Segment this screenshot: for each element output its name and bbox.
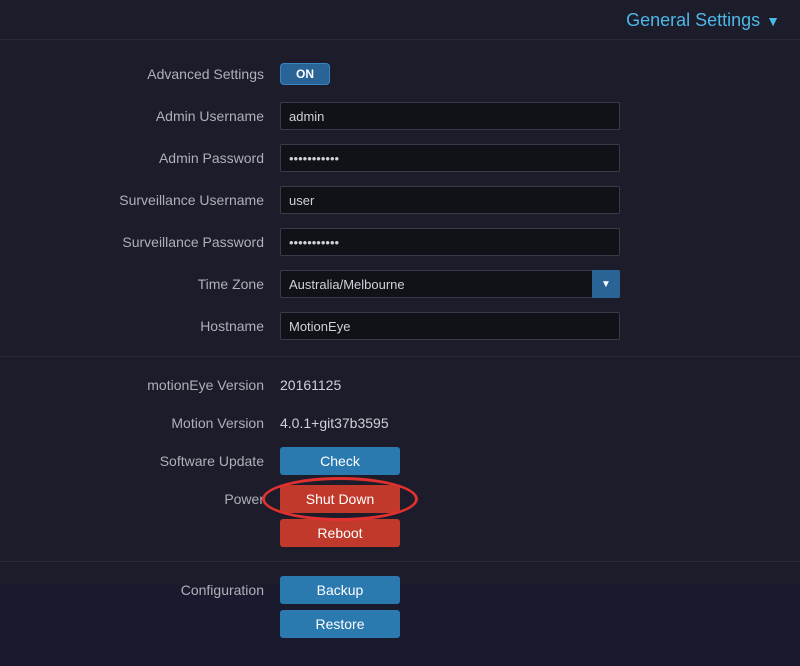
configuration-label: Configuration	[20, 576, 280, 598]
timezone-label: Time Zone	[20, 276, 280, 292]
software-update-row: Software Update Check	[20, 447, 780, 475]
restore-button[interactable]: Restore	[280, 610, 400, 638]
shutdown-wrapper: Shut Down	[280, 485, 400, 513]
hostname-row: Hostname	[20, 310, 780, 342]
reboot-button[interactable]: Reboot	[280, 519, 400, 547]
chevron-down-icon[interactable]: ▼	[766, 13, 780, 29]
divider-2	[0, 561, 800, 562]
divider-1	[0, 356, 800, 357]
timezone-select-wrapper: Australia/Melbourne UTC America/New_York…	[280, 270, 620, 298]
surveillance-password-label: Surveillance Password	[20, 234, 280, 250]
motion-version-value: 4.0.1+git37b3595	[280, 415, 389, 431]
admin-username-input[interactable]	[280, 102, 620, 130]
advanced-settings-control: ON	[280, 63, 780, 85]
info-section: motionEye Version 20161125 Motion Versio…	[0, 371, 800, 547]
power-label: Power	[20, 485, 280, 507]
motion-version-label: Motion Version	[20, 415, 280, 431]
surveillance-password-input[interactable]	[280, 228, 620, 256]
timezone-row: Time Zone Australia/Melbourne UTC Americ…	[20, 268, 780, 300]
surveillance-password-control	[280, 228, 780, 256]
admin-password-row: Admin Password	[20, 142, 780, 174]
configuration-row: Configuration Backup Restore	[20, 576, 780, 638]
advanced-settings-row: Advanced Settings ON	[20, 58, 780, 90]
check-button[interactable]: Check	[280, 447, 400, 475]
power-row: Power Shut Down Reboot	[20, 485, 780, 547]
config-section: Configuration Backup Restore	[0, 576, 800, 638]
software-update-control: Check	[280, 447, 400, 475]
header: General Settings ▼	[0, 0, 800, 40]
general-settings-title: General Settings	[626, 10, 760, 31]
timezone-select[interactable]: Australia/Melbourne UTC America/New_York…	[280, 270, 620, 298]
motioneye-version-label: motionEye Version	[20, 377, 280, 393]
surveillance-username-input[interactable]	[280, 186, 620, 214]
shutdown-button[interactable]: Shut Down	[280, 485, 400, 513]
configuration-controls: Backup Restore	[280, 576, 400, 638]
surveillance-password-row: Surveillance Password	[20, 226, 780, 258]
surveillance-username-label: Surveillance Username	[20, 192, 280, 208]
motion-version-row: Motion Version 4.0.1+git37b3595	[20, 409, 780, 437]
header-title: General Settings ▼	[626, 10, 780, 31]
motioneye-version-value: 20161125	[280, 377, 341, 393]
surveillance-username-row: Surveillance Username	[20, 184, 780, 216]
hostname-control	[280, 312, 780, 340]
advanced-settings-toggle[interactable]: ON	[280, 63, 330, 85]
admin-username-label: Admin Username	[20, 108, 280, 124]
form-section: Advanced Settings ON Admin Username Admi…	[0, 58, 800, 342]
power-controls: Shut Down Reboot	[280, 485, 400, 547]
admin-password-control	[280, 144, 780, 172]
surveillance-username-control	[280, 186, 780, 214]
advanced-settings-label: Advanced Settings	[20, 66, 280, 82]
admin-username-control	[280, 102, 780, 130]
page-container: General Settings ▼ Advanced Settings ON …	[0, 0, 800, 585]
timezone-control: Australia/Melbourne UTC America/New_York…	[280, 270, 780, 298]
admin-username-row: Admin Username	[20, 100, 780, 132]
admin-password-label: Admin Password	[20, 150, 280, 166]
admin-password-input[interactable]	[280, 144, 620, 172]
main-content: Advanced Settings ON Admin Username Admi…	[0, 40, 800, 666]
hostname-input[interactable]	[280, 312, 620, 340]
hostname-label: Hostname	[20, 318, 280, 334]
motioneye-version-row: motionEye Version 20161125	[20, 371, 780, 399]
backup-button[interactable]: Backup	[280, 576, 400, 604]
software-update-label: Software Update	[20, 453, 280, 469]
